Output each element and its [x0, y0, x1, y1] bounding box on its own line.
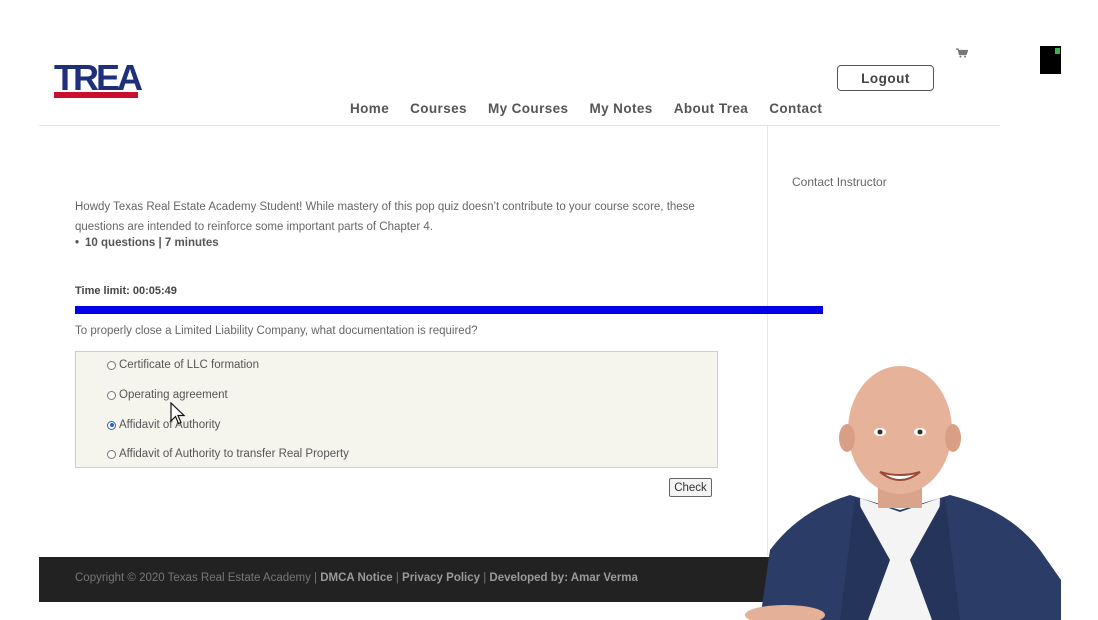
header-divider — [39, 125, 1000, 126]
developer-credit[interactable]: Developed by: Amar Verma — [489, 572, 638, 584]
answer-option-4[interactable]: Affidavit of Authority to transfer Real … — [107, 448, 349, 460]
cart-icon[interactable] — [956, 48, 969, 58]
quiz-meta: 10 questions | 7 minutes — [75, 237, 219, 249]
presenter-webcam-overlay — [745, 366, 1061, 620]
trea-logo[interactable]: TREA — [54, 57, 143, 100]
answer-label: Operating agreement — [119, 389, 228, 401]
quiz-meta-text: 10 questions | 7 minutes — [85, 237, 219, 249]
check-button[interactable]: Check — [669, 478, 712, 497]
nav-item-my-notes[interactable]: My Notes — [589, 101, 652, 116]
answer-option-1[interactable]: Certificate of LLC formation — [107, 359, 259, 371]
nav-item-my-courses[interactable]: My Courses — [488, 101, 569, 116]
radio-button[interactable] — [107, 449, 116, 459]
contact-instructor-link[interactable]: Contact Instructor — [792, 175, 887, 189]
nav-item-home[interactable]: Home — [350, 101, 389, 116]
radio-button[interactable] — [107, 360, 116, 370]
logo-text: TREA — [54, 57, 143, 98]
footer-separator: | — [480, 572, 490, 584]
nav-item-about-trea[interactable]: About Trea — [674, 101, 749, 116]
question-text: To properly close a Limited Liability Co… — [75, 325, 478, 337]
time-progress-fill — [75, 306, 823, 314]
footer-separator: | — [392, 572, 403, 584]
logo-red-bar — [54, 92, 138, 98]
answer-option-3[interactable]: Affidavit of Authority — [107, 419, 220, 431]
overlay-green-mark — [1055, 48, 1060, 54]
answer-label: Affidavit of Authority to transfer Real … — [119, 448, 349, 460]
nav-item-courses[interactable]: Courses — [410, 101, 467, 116]
quiz-intro: Howdy Texas Real Estate Academy Student!… — [75, 201, 695, 233]
footer-text: Copyright © 2020 Texas Real Estate Acade… — [75, 572, 638, 584]
radio-button-selected[interactable] — [107, 420, 116, 430]
nav-item-contact[interactable]: Contact — [769, 101, 822, 116]
time-progress-bar — [75, 306, 823, 314]
mouse-cursor-icon — [170, 402, 186, 425]
radio-button[interactable] — [107, 390, 116, 400]
answer-option-2[interactable]: Operating agreement — [107, 389, 228, 401]
main-nav: Home Courses My Courses My Notes About T… — [350, 101, 843, 116]
time-limit: Time limit: 00:05:49 — [75, 285, 177, 297]
logout-button[interactable]: Logout — [837, 65, 934, 91]
answer-label: Certificate of LLC formation — [119, 359, 259, 371]
copyright: Copyright © 2020 Texas Real Estate Acade… — [75, 572, 321, 584]
privacy-policy-link[interactable]: Privacy Policy — [402, 572, 480, 584]
dmca-link[interactable]: DMCA Notice — [320, 572, 392, 584]
